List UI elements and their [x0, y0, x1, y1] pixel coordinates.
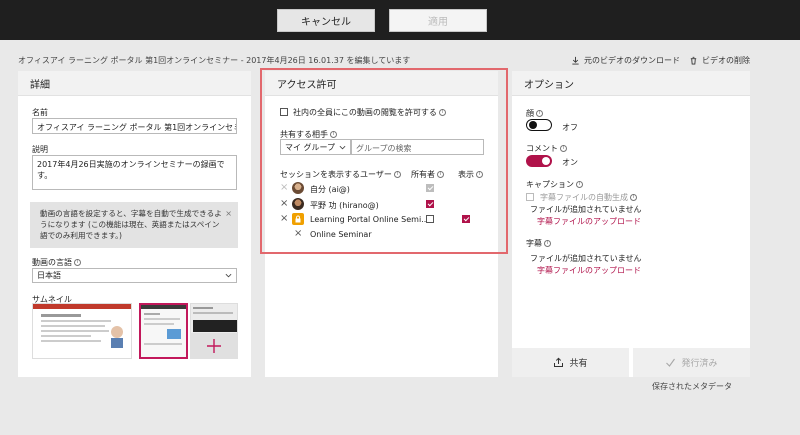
delete-video-label: ビデオの削除 — [702, 56, 750, 65]
group-type-select[interactable]: マイ グループ — [280, 139, 351, 155]
editing-status: オフィスアイ ラーニング ポータル 第1回オンラインセミナー - 2017年4月… — [18, 56, 411, 65]
remove-user-icon[interactable]: × — [280, 213, 288, 224]
published-button-label: 発行済み — [681, 359, 718, 369]
screen-thumbnail-image — [141, 305, 186, 357]
top-bar: キャンセル 適用 — [0, 0, 800, 40]
allow-all-label: 社内の全員にこの動画の閲覧を許可する i — [293, 107, 446, 118]
download-video-link[interactable]: 元のビデオのダウンロード — [571, 55, 680, 66]
access-panel: アクセス許可 社内の全員にこの動画の閲覧を許可する i 共有する相手 i マイ グル… — [265, 71, 498, 377]
subtitle-no-file: ファイルが追加されていません — [530, 254, 642, 263]
owner-checkbox[interactable] — [426, 200, 434, 208]
users-column-header: セッションを表示するユーザー i — [280, 169, 401, 180]
share-button[interactable]: 共有 — [512, 348, 629, 377]
info-icon: i — [630, 194, 637, 201]
comment-label: コメント i — [526, 143, 567, 154]
plus-icon — [207, 339, 221, 353]
user-name: Online Seminar — [310, 230, 372, 239]
remove-user-icon[interactable]: × — [280, 198, 288, 209]
allow-all-checkbox[interactable] — [280, 108, 288, 116]
trash-icon — [690, 56, 697, 65]
download-video-label: 元のビデオのダウンロード — [584, 56, 680, 65]
apply-button[interactable]: 適用 — [389, 9, 487, 32]
language-note-text: 動画の言語を設定すると、字幕を自動で生成できるようになります (この機能は現在、… — [40, 209, 222, 240]
info-icon: i — [437, 171, 444, 178]
published-button[interactable]: 発行済み — [633, 348, 750, 377]
checkmark-icon — [666, 358, 676, 367]
info-icon: i — [476, 171, 483, 178]
video-language-label: 動画の言語 i — [32, 257, 81, 268]
video-language-select[interactable]: 日本語 — [32, 268, 237, 283]
language-info-note: 動画の言語を設定すると、字幕を自動で生成できるようになります (この機能は現在、… — [30, 202, 238, 248]
user-name: 平野 功 (hirano@) — [310, 201, 379, 210]
face-label: 顔i — [526, 108, 543, 119]
options-panel: オプション 顔i オフ コメント i オン キャプション i 字幕ファイルの自動生成… — [512, 71, 750, 377]
avatar — [292, 182, 304, 194]
auto-caption-label: 字幕ファイルの自動生成 i — [540, 192, 637, 203]
info-icon: i — [438, 109, 446, 116]
description-label: 説明 — [32, 145, 48, 154]
user-name: 自分 (ai@) — [310, 185, 350, 194]
info-icon: i — [74, 259, 81, 266]
thumbnail-option-selected[interactable] — [139, 303, 188, 359]
subtitle-label: 字幕 i — [526, 238, 551, 249]
face-toggle[interactable] — [526, 119, 552, 131]
face-state: オフ — [562, 123, 578, 132]
comment-state: オン — [562, 158, 578, 167]
video-language-value: 日本語 — [37, 271, 61, 280]
share-button-label: 共有 — [569, 359, 588, 369]
name-label: 名前 — [32, 108, 48, 117]
caption-upload-link[interactable]: 字幕ファイルのアップロード — [537, 216, 641, 227]
details-title: 詳細 — [18, 71, 251, 96]
owner-column-header: 所有者 i — [411, 169, 444, 180]
display-column-header: 表示 i — [458, 169, 483, 180]
thumbnail-option[interactable] — [32, 303, 132, 359]
access-title: アクセス許可 — [265, 71, 498, 96]
info-icon: i — [576, 181, 583, 188]
close-note-icon[interactable]: × — [225, 208, 232, 219]
group-search-input[interactable]: グループの検索 — [351, 139, 484, 155]
display-checkbox[interactable] — [462, 215, 470, 223]
owner-checkbox[interactable] — [426, 184, 434, 192]
info-icon: i — [536, 110, 543, 117]
group-icon — [292, 213, 304, 225]
lock-icon — [295, 215, 301, 223]
owner-checkbox[interactable] — [426, 215, 434, 223]
saved-metadata-status: 保存されたメタデータ — [652, 382, 732, 391]
slide-thumbnail-image — [33, 304, 131, 358]
chevron-down-icon — [339, 145, 346, 149]
add-thumbnail-button[interactable] — [190, 333, 238, 359]
info-icon: i — [330, 131, 337, 138]
user-name: Learning Portal Online Semi... — [310, 215, 429, 224]
avatar — [292, 198, 304, 210]
caption-no-file: ファイルが追加されていません — [530, 205, 642, 214]
caption-label: キャプション i — [526, 179, 583, 190]
remove-user-icon[interactable]: × — [294, 228, 302, 239]
details-panel: 詳細 名前 オフィスアイ ラーニング ポータル 第1回オンラインセミナー 説明 … — [18, 71, 251, 377]
group-type-value: マイ グループ — [285, 142, 336, 152]
options-title: オプション — [512, 71, 750, 96]
chevron-down-icon — [225, 273, 232, 278]
description-input[interactable]: 2017年4月26日実施のオンラインセミナーの録画です。 — [32, 155, 237, 190]
share-icon — [554, 357, 564, 367]
auto-caption-checkbox[interactable] — [526, 193, 534, 201]
subtitle-upload-link[interactable]: 字幕ファイルのアップロード — [537, 265, 641, 276]
name-input[interactable]: オフィスアイ ラーニング ポータル 第1回オンラインセミナー — [32, 118, 237, 134]
info-icon: i — [544, 240, 551, 247]
comment-toggle[interactable] — [526, 155, 552, 167]
remove-user-icon[interactable]: × — [280, 182, 288, 193]
cancel-button[interactable]: キャンセル — [277, 9, 375, 32]
info-icon: i — [393, 171, 401, 178]
delete-video-link[interactable]: ビデオの削除 — [689, 55, 750, 66]
info-icon: i — [560, 145, 567, 152]
download-icon — [572, 56, 579, 65]
dark-thumbnail-image — [191, 304, 237, 334]
